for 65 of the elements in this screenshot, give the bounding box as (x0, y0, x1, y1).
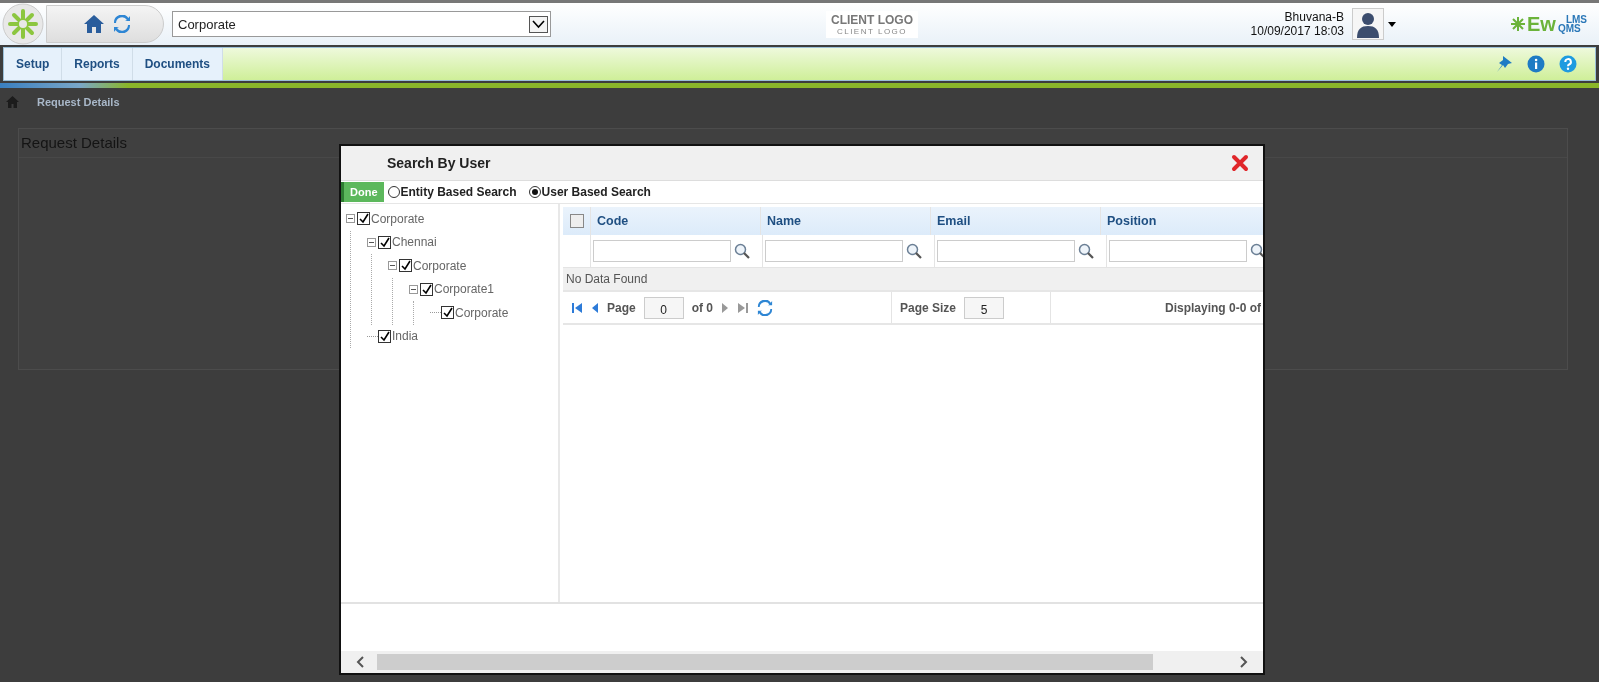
client-logo: CLIENT LOGO CLIENT LOGO (826, 10, 918, 38)
caret-icon[interactable] (1388, 21, 1396, 27)
tree-item[interactable]: India (391, 329, 419, 344)
close-icon[interactable] (1231, 154, 1249, 172)
column-header[interactable]: Code (591, 207, 761, 235)
collapse-icon[interactable] (367, 237, 376, 247)
first-page-icon[interactable] (571, 301, 583, 314)
column-header[interactable]: Position (1101, 207, 1263, 235)
refresh-icon[interactable] (113, 15, 131, 33)
filter-field[interactable] (1109, 240, 1247, 262)
next-page-icon[interactable] (721, 301, 730, 314)
horizontal-scrollbar[interactable] (341, 651, 1263, 673)
menu-item[interactable]: Reports (62, 48, 133, 80)
collapse-icon[interactable] (388, 261, 397, 271)
select-all-checkbox[interactable] (569, 214, 584, 228)
scroll-right-icon[interactable] (1239, 656, 1249, 668)
tree-checkbox[interactable] (378, 329, 391, 343)
column-header[interactable]: Name (761, 207, 931, 235)
paging-summary: Displaying 0-0 of (1164, 300, 1261, 315)
dropdown-icon[interactable] (529, 15, 548, 33)
tree-item[interactable]: Corporate (412, 258, 467, 273)
search-icon[interactable] (906, 243, 922, 259)
tree-checkbox[interactable] (441, 306, 454, 320)
snowflake-icon (1511, 17, 1525, 31)
filter-field[interactable] (937, 240, 1075, 262)
dialog-title: Search By User (387, 155, 491, 171)
user-name: Bhuvana-B (1284, 10, 1344, 24)
menu-item[interactable]: Setup (4, 48, 63, 80)
page-field[interactable]: 0 (643, 296, 684, 319)
page-size-label: Page Size (900, 300, 957, 315)
help-icon[interactable] (1559, 55, 1577, 73)
previous-page-icon[interactable] (591, 301, 599, 314)
tree-checkbox[interactable] (420, 282, 433, 296)
column-header[interactable]: Email (931, 207, 1101, 235)
last-page-icon[interactable] (737, 301, 750, 314)
collapse-icon[interactable] (409, 284, 418, 294)
info-icon[interactable] (1527, 55, 1545, 73)
page-label: Page (607, 300, 636, 315)
scroll-left-icon[interactable] (355, 656, 365, 668)
search-icon[interactable] (1078, 243, 1094, 259)
search-icon[interactable] (1250, 243, 1263, 259)
menu-item[interactable]: Documents (132, 48, 224, 80)
tree-checkbox[interactable] (399, 259, 412, 273)
collapse-icon[interactable] (346, 214, 355, 224)
tree-item[interactable]: Corporate (454, 305, 509, 320)
page-size-field[interactable]: 5 (964, 296, 1005, 319)
tree-item[interactable]: Corporate1 (433, 282, 495, 297)
refresh-icon[interactable] (757, 299, 774, 316)
search-icon[interactable] (734, 243, 750, 259)
tree-checkbox[interactable] (357, 212, 370, 226)
home-icon[interactable] (83, 13, 105, 35)
scrollbar-thumb[interactable] (377, 654, 1153, 670)
radio-label[interactable]: Entity Based Search (400, 185, 517, 199)
empty-message: No Data Found (563, 268, 1263, 292)
location-select[interactable]: Corporate (172, 11, 551, 37)
filter-field[interactable] (765, 240, 903, 262)
tree-item[interactable]: Corporate (370, 211, 425, 226)
avatar-icon[interactable] (1352, 8, 1384, 40)
tree-item[interactable]: Chennai (391, 235, 437, 250)
filter-field[interactable] (593, 240, 731, 262)
tree-checkbox[interactable] (378, 235, 391, 249)
page-total: of 0 (691, 300, 714, 315)
radio-label[interactable]: User Based Search (541, 185, 651, 199)
breadcrumb-item[interactable]: Request Details (37, 96, 120, 108)
date-time: 10/09/2017 18:03 (1250, 24, 1344, 38)
